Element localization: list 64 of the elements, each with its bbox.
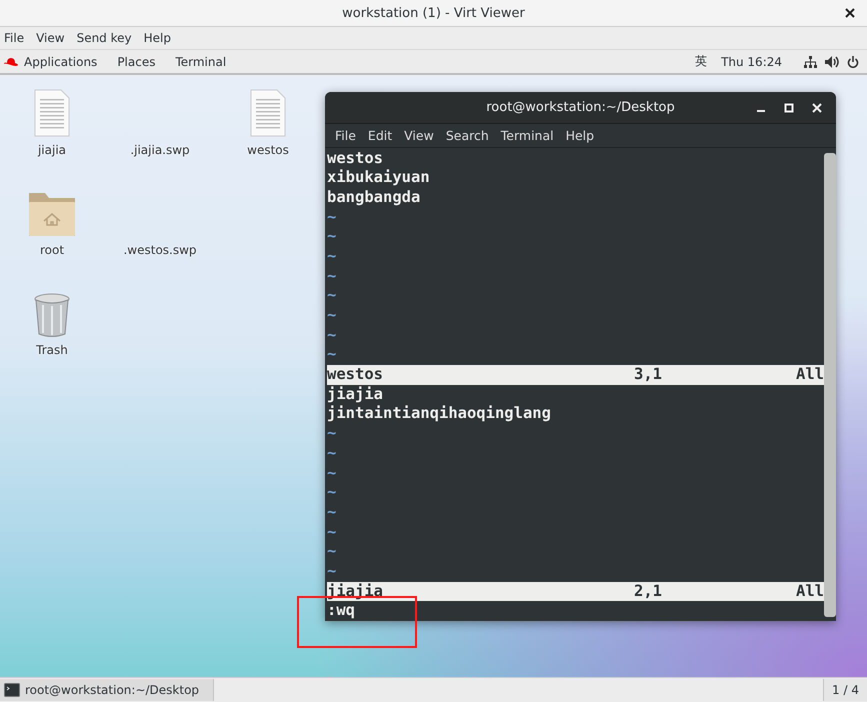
text-line: westos <box>327 148 384 168</box>
power-icon[interactable] <box>847 56 859 68</box>
icon-label[interactable]: Trash <box>36 343 68 357</box>
text-line: jiajia <box>327 384 384 404</box>
empty-line-marker: ~ <box>327 483 338 503</box>
empty-line-marker: ~ <box>327 562 338 582</box>
maximize-icon <box>784 103 794 113</box>
empty-line-marker: ~ <box>327 227 338 247</box>
icon-label[interactable]: .jiajia.swp <box>130 143 190 157</box>
empty-line-marker: ~ <box>327 424 338 444</box>
empty-line-marker: ~ <box>327 266 338 286</box>
trash-icon[interactable] <box>33 293 71 337</box>
menu-item[interactable]: File <box>0 31 30 45</box>
menu-item[interactable]: Help <box>560 128 600 143</box>
close-icon <box>812 103 822 113</box>
icon-label[interactable]: root <box>40 243 64 257</box>
volume-icon[interactable] <box>825 56 839 68</box>
top-bar-menu[interactable]: Places <box>117 54 156 68</box>
text-line: xibukaiyuan <box>327 168 431 188</box>
empty-line-marker: ~ <box>327 345 338 366</box>
hat-icon[interactable] <box>4 56 18 66</box>
terminal-icon <box>4 683 20 697</box>
command-line: :wq <box>327 601 356 621</box>
cursor-position: 2,1 <box>634 582 663 602</box>
input-method-indicator[interactable]: 英 <box>695 53 708 70</box>
menu-item[interactable]: Send key <box>72 31 138 45</box>
menu-item[interactable]: View <box>398 128 440 143</box>
scroll-position: All <box>795 582 824 602</box>
icon-label[interactable]: jiajia <box>38 143 66 157</box>
text-line: bangbangda <box>327 188 422 208</box>
top-bar-menu[interactable]: Terminal <box>175 54 226 68</box>
window-title: root@workstation:~/Desktop <box>486 100 675 115</box>
empty-line-marker: ~ <box>327 306 338 326</box>
empty-line-marker: ~ <box>327 444 338 464</box>
menu-item[interactable]: Help <box>140 31 177 45</box>
empty-line-marker: ~ <box>327 326 338 346</box>
menu-item[interactable]: Edit <box>362 128 398 143</box>
icon-label[interactable]: westos <box>247 143 289 157</box>
clock[interactable]: Thu 16:24 <box>721 54 782 68</box>
empty-line-marker: ~ <box>327 542 338 562</box>
menu-item[interactable]: File <box>329 128 362 143</box>
empty-line-marker: ~ <box>327 286 338 306</box>
menu-item[interactable]: Terminal <box>494 128 560 143</box>
menu-item[interactable]: Search <box>440 128 495 143</box>
text-line: jintaintianqihaoqinglang <box>327 404 552 424</box>
top-bar-menu[interactable]: Applications <box>24 54 98 68</box>
empty-line-marker: ~ <box>327 502 338 523</box>
empty-line-marker: ~ <box>327 208 338 228</box>
empty-line-marker: ~ <box>327 522 338 542</box>
cursor-position: 3,1 <box>634 365 663 385</box>
scroll-position: All <box>795 365 824 385</box>
scrollbar[interactable] <box>824 152 836 617</box>
taskbar-window-button[interactable]: root@workstation:~/Desktop <box>0 679 214 701</box>
network-icon[interactable] <box>804 56 817 68</box>
icon-label[interactable]: .westos.swp <box>123 243 197 257</box>
window-title: workstation (1) - Virt Viewer <box>342 6 525 20</box>
menu-item[interactable]: View <box>32 31 71 45</box>
close-icon <box>845 8 855 18</box>
workspace-switcher[interactable]: 1 / 4 <box>823 679 867 701</box>
file-name: jiajia <box>327 582 384 602</box>
file-name: westos <box>327 365 384 385</box>
minimize-icon <box>757 110 765 112</box>
empty-line-marker: ~ <box>327 464 338 484</box>
empty-line-marker: ~ <box>327 246 338 267</box>
